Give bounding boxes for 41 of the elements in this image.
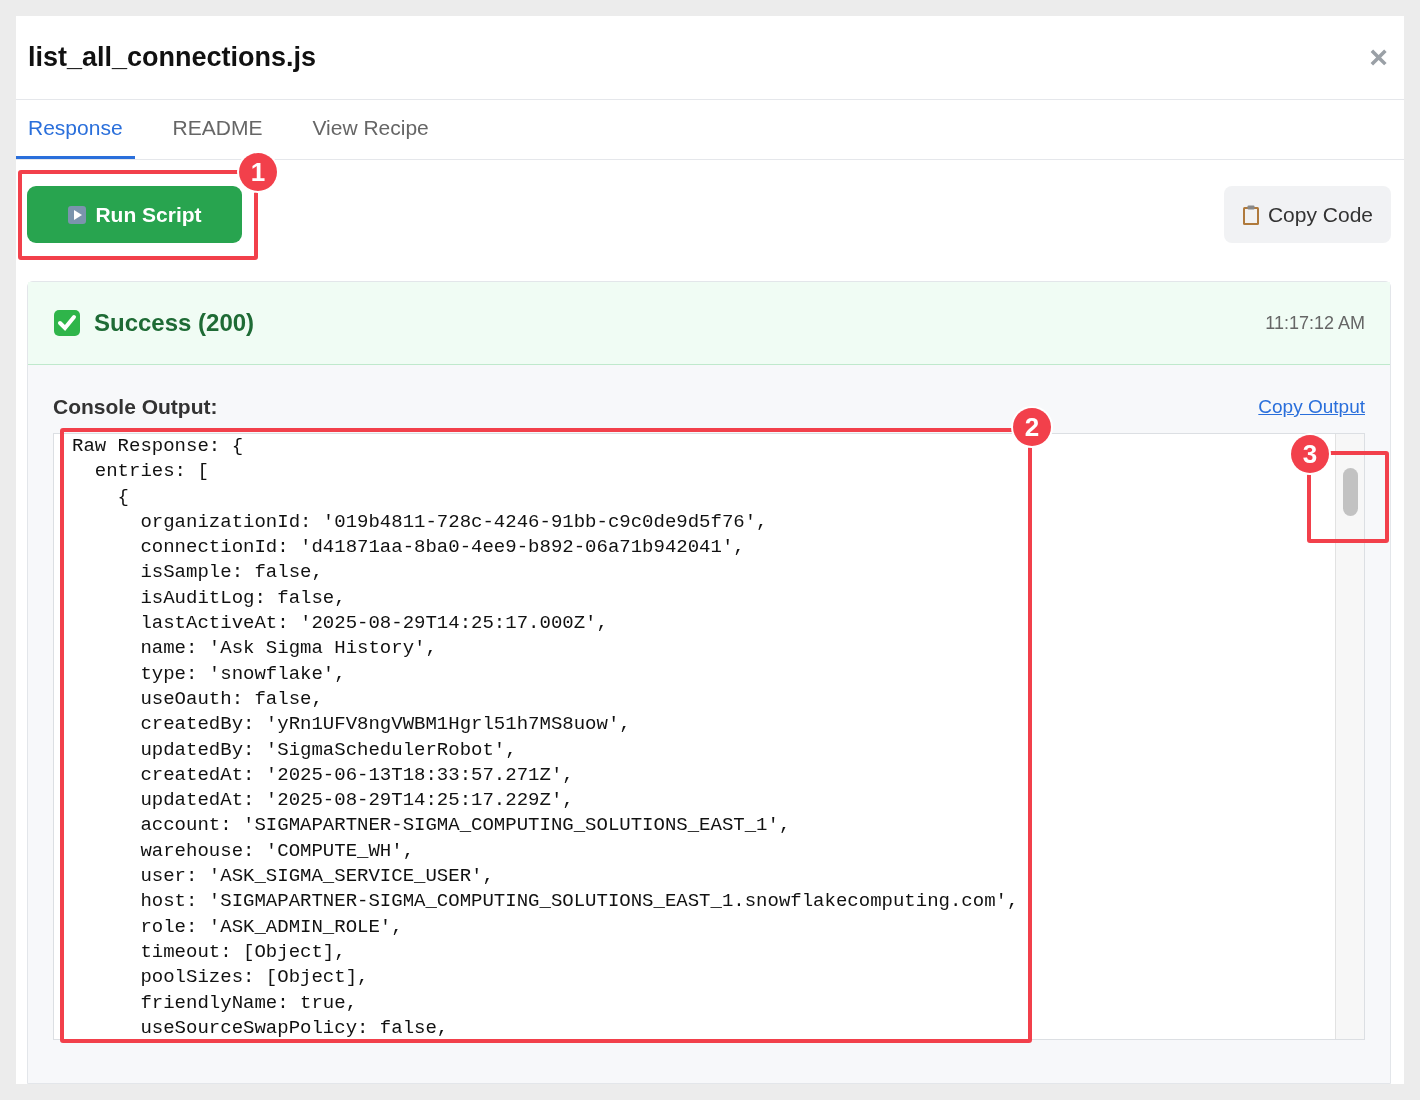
code-line: type: 'snowflake',	[139, 661, 346, 687]
code-line: connectionId: 'd41871aa-8ba0-4ee9-b892-06a71b942041',	[139, 535, 745, 561]
code-line: account: 'SIGMAPARTNER-SIGMA_COMPUTING_SOLUTIONS_EAST_1',	[139, 813, 791, 839]
code-line: updatedBy: 'SigmaSchedulerRobot',	[139, 737, 517, 763]
code-line: isSample: false,	[139, 560, 323, 586]
code-line: poolSizes: [Object],	[139, 965, 369, 991]
code-line: organizationId: '019b4811-728c-4246-91bb-c9c0de9d5f76',	[139, 509, 768, 535]
copy-output-link[interactable]: Copy Output	[1258, 396, 1365, 418]
code-line: useOauth: false,	[139, 686, 323, 712]
clipboard-icon	[1241, 203, 1260, 226]
code-line: user: 'ASK_SIGMA_SERVICE_USER',	[139, 864, 494, 890]
code-line: {	[116, 484, 129, 510]
code-line: createdBy: 'yRn1UFV8ngVWBM1Hgrl51h7MS8uow',	[139, 712, 631, 738]
code-line: name: 'Ask Sigma History',	[139, 636, 437, 662]
step-badge: 2	[1013, 408, 1051, 446]
code-line: createdAt: '2025-06-13T18:33:57.271Z',	[139, 762, 574, 788]
code-line: warehouse: 'COMPUTE_WH',	[139, 838, 415, 864]
code-line: friendlyName: true,	[139, 990, 358, 1016]
check-icon	[53, 309, 81, 337]
code-line: host: 'SIGMAPARTNER-SIGMA_COMPUTING_SOLUTIONS_EAST_1.snowflakecomputing.com',	[139, 889, 1019, 915]
close-button[interactable]: ×	[1365, 39, 1392, 76]
tab[interactable]: View Recipe	[300, 100, 441, 159]
scrollbar-thumb[interactable]	[1342, 468, 1358, 516]
code-line: Raw Response: {	[72, 434, 244, 459]
run-script-button[interactable]: Run Script	[27, 186, 242, 243]
dialog-title: list_all_connections.js	[28, 42, 317, 73]
code-line: entries: [	[93, 459, 209, 485]
code-line: role: 'ASK_ADMIN_ROLE',	[139, 914, 403, 940]
code-line: lastActiveAt: '2025-08-29T14:25:17.000Z',	[139, 611, 608, 637]
step-badge: 3	[1291, 435, 1329, 473]
timestamp: 11:17:12 AM	[1265, 312, 1365, 334]
play-icon	[67, 204, 88, 225]
code-line: isAuditLog: false,	[139, 585, 346, 611]
code-line: useSourceSwapPolicy: false,	[139, 1015, 449, 1039]
copy-code-button[interactable]: Copy Code	[1223, 186, 1391, 243]
code-line: updatedAt: '2025-08-29T14:25:17.229Z',	[139, 788, 574, 814]
console-label: Console Output:	[53, 395, 218, 419]
code-line: timeout: [Object],	[139, 939, 346, 965]
tab[interactable]: Response	[16, 100, 135, 159]
step-badge: 1	[239, 153, 277, 191]
status-text: Success (200)	[94, 309, 256, 337]
